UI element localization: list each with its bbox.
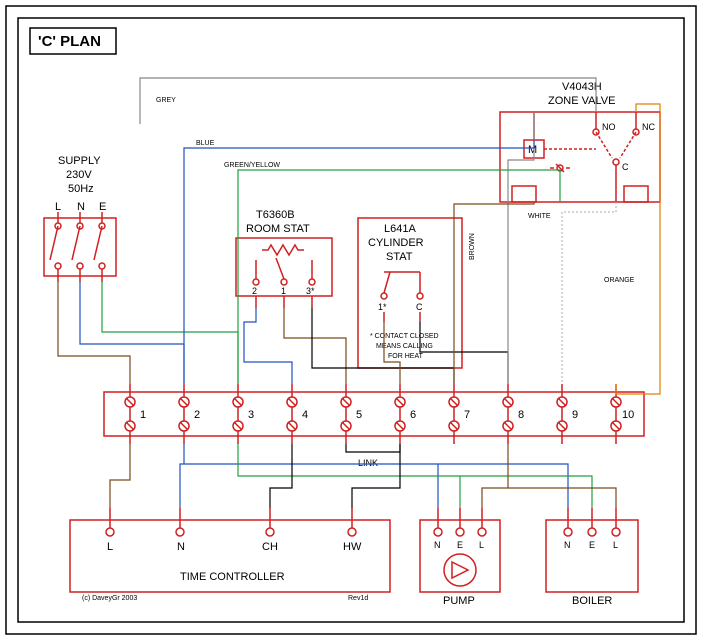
svg-text:1*: 1* bbox=[378, 302, 387, 312]
svg-text:BROWN: BROWN bbox=[469, 233, 476, 260]
copyright: (c) DaveyGr 2003 bbox=[82, 595, 137, 602]
room-stat-block: T6360B ROOM STAT 2 1 3* bbox=[236, 209, 332, 308]
svg-text:1: 1 bbox=[281, 286, 286, 296]
boiler-block: N E L BOILER bbox=[546, 508, 638, 607]
svg-text:N: N bbox=[77, 201, 85, 213]
supply-block: SUPPLY 230V 50Hz L N E bbox=[44, 155, 116, 282]
svg-text:N: N bbox=[434, 540, 441, 550]
svg-text:HW: HW bbox=[343, 541, 362, 553]
svg-text:FOR HEAT: FOR HEAT bbox=[388, 353, 424, 360]
svg-text:7: 7 bbox=[464, 409, 470, 421]
svg-text:L: L bbox=[613, 540, 618, 550]
svg-text:3: 3 bbox=[248, 409, 254, 421]
svg-text:E: E bbox=[589, 540, 595, 550]
svg-text:E: E bbox=[457, 540, 463, 550]
svg-text:CYLINDER: CYLINDER bbox=[368, 237, 424, 249]
svg-text:N: N bbox=[564, 540, 571, 550]
svg-text:NC: NC bbox=[642, 122, 655, 132]
svg-text:L: L bbox=[107, 541, 113, 553]
zone-valve-block: V4043H ZONE VALVE M NO NC C bbox=[500, 81, 660, 202]
svg-text:NO: NO bbox=[602, 122, 616, 132]
time-controller-block: L N CH HW TIME CONTROLLER bbox=[70, 508, 390, 592]
svg-text:ORANGE: ORANGE bbox=[604, 277, 635, 284]
svg-text:GREEN/YELLOW: GREEN/YELLOW bbox=[224, 162, 280, 169]
svg-text:TIME CONTROLLER: TIME CONTROLLER bbox=[180, 571, 285, 583]
svg-text:2: 2 bbox=[194, 409, 200, 421]
svg-text:8: 8 bbox=[518, 409, 524, 421]
pump-block: N E L PUMP bbox=[420, 508, 500, 607]
svg-text:STAT: STAT bbox=[386, 251, 413, 263]
cylinder-stat-block: L641A CYLINDER STAT 1* C * CONTACT CLOSE… bbox=[358, 218, 462, 368]
svg-text:1: 1 bbox=[140, 409, 146, 421]
svg-text:ZONE VALVE: ZONE VALVE bbox=[548, 95, 615, 107]
svg-text:N: N bbox=[177, 541, 185, 553]
svg-text:C: C bbox=[416, 302, 423, 312]
svg-text:M: M bbox=[528, 144, 537, 156]
svg-text:PUMP: PUMP bbox=[443, 595, 475, 607]
svg-text:BOILER: BOILER bbox=[572, 595, 612, 607]
svg-text:WHITE: WHITE bbox=[528, 213, 551, 220]
svg-text:CH: CH bbox=[262, 541, 278, 553]
svg-text:BLUE: BLUE bbox=[196, 140, 215, 147]
svg-text:3*: 3* bbox=[306, 286, 315, 296]
svg-text:50Hz: 50Hz bbox=[68, 183, 94, 195]
diagram-title: 'C' PLAN bbox=[38, 33, 101, 50]
svg-text:L: L bbox=[479, 540, 484, 550]
wiring-diagram: 'C' PLAN SUPPLY 230V 50Hz L N E V4043H Z… bbox=[0, 0, 702, 641]
svg-text:C: C bbox=[622, 162, 629, 172]
svg-text:E: E bbox=[99, 201, 106, 213]
svg-text:9: 9 bbox=[572, 409, 578, 421]
svg-text:5: 5 bbox=[356, 409, 362, 421]
junction-block: 1 2 3 4 5 6 7 8 9 10 LINK bbox=[104, 384, 644, 468]
svg-text:* CONTACT CLOSED: * CONTACT CLOSED bbox=[370, 333, 439, 340]
svg-text:LINK: LINK bbox=[358, 458, 378, 468]
svg-text:ROOM STAT: ROOM STAT bbox=[246, 223, 310, 235]
svg-text:2: 2 bbox=[252, 286, 257, 296]
svg-text:10: 10 bbox=[622, 409, 634, 421]
revision: Rev1d bbox=[348, 595, 368, 602]
svg-text:T6360B: T6360B bbox=[256, 209, 295, 221]
svg-text:L641A: L641A bbox=[384, 223, 416, 235]
svg-text:230V: 230V bbox=[66, 169, 92, 181]
svg-text:6: 6 bbox=[410, 409, 416, 421]
svg-text:L: L bbox=[55, 201, 61, 213]
svg-text:SUPPLY: SUPPLY bbox=[58, 155, 101, 167]
svg-text:GREY: GREY bbox=[156, 97, 176, 104]
svg-text:4: 4 bbox=[302, 409, 308, 421]
